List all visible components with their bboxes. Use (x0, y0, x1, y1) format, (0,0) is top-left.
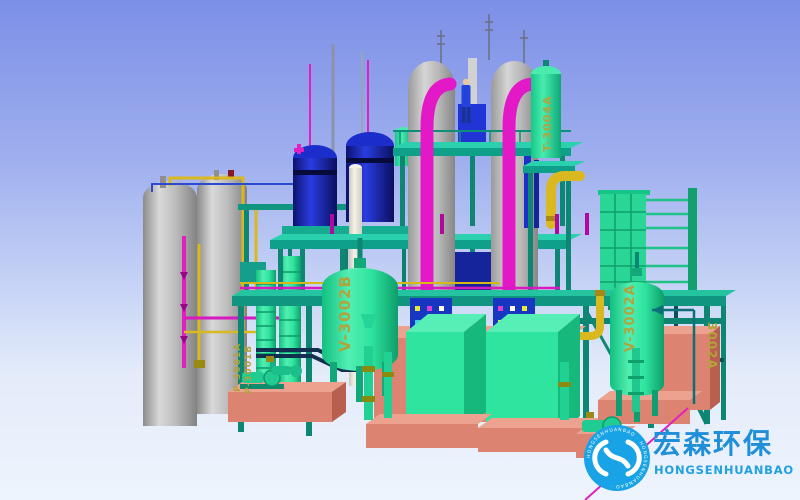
hx-end-frame (688, 188, 697, 296)
label-column-top: T-3004A (541, 95, 554, 152)
storage-tank-1 (143, 198, 197, 426)
logo-chinese-name: 宏森环保 (653, 427, 773, 460)
pad-pumps-left (228, 392, 332, 422)
logo-english-name: HONGSENHUANBAO (654, 463, 794, 477)
plate-hx-block (600, 194, 646, 292)
label-vessel-b: V-3002B (336, 275, 354, 352)
label-vessel-a: V-3002A (623, 284, 638, 352)
label-pump-a: P-3001A (233, 343, 243, 392)
plant-3d-scene: T-3004A (0, 0, 800, 500)
pad-center-a (366, 424, 478, 448)
label-pump-b: P-3001B (244, 345, 254, 394)
plant-render-canvas: T-3004A (0, 0, 800, 500)
label-annotation-right: 3002A (705, 322, 719, 370)
